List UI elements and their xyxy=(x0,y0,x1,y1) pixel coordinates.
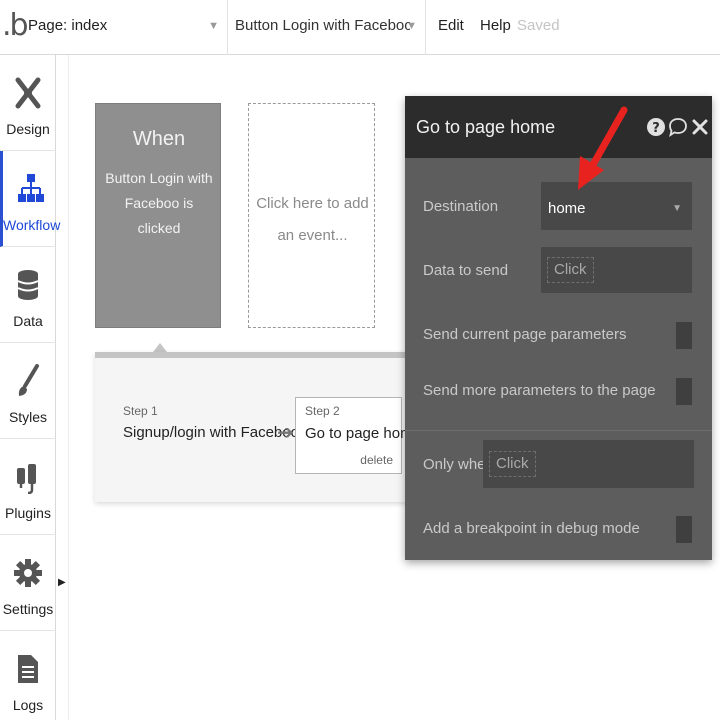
save-status: Saved xyxy=(517,17,560,34)
document-icon xyxy=(0,649,56,689)
page-selector[interactable]: Page: index ▼ xyxy=(22,0,228,55)
workflow-icon xyxy=(3,169,59,209)
step-1-number: Step 1 xyxy=(123,404,158,418)
add-event-block[interactable]: Click here to add an event... xyxy=(248,103,375,328)
help-icon[interactable]: ? xyxy=(646,117,666,137)
menu-edit[interactable]: Edit xyxy=(438,17,464,34)
sidebar-item-label: Settings xyxy=(2,601,54,617)
event-description: Button Login with Faceboo is clicked xyxy=(105,170,213,236)
section-divider xyxy=(405,430,712,431)
send-more-params-checkbox[interactable] xyxy=(676,378,692,405)
comment-icon[interactable] xyxy=(668,117,688,137)
chevron-down-icon: ▼ xyxy=(208,20,219,32)
event-block-title: When xyxy=(132,128,186,150)
data-to-send-label: Data to send xyxy=(423,262,509,279)
sidebar-item-label: Styles xyxy=(8,409,48,425)
property-editor-header[interactable]: Go to page home ? xyxy=(405,96,712,158)
design-icon xyxy=(0,73,56,113)
menu-help[interactable]: Help xyxy=(480,17,511,34)
delete-step-link[interactable]: delete xyxy=(360,453,393,467)
steps-notch xyxy=(153,343,167,352)
sidebar-item-label: Workflow xyxy=(3,217,61,233)
only-when-field[interactable]: Click xyxy=(483,440,694,488)
breakpoint-checkbox[interactable] xyxy=(676,516,692,543)
sidebar-item-logs[interactable]: Logs xyxy=(0,631,56,720)
annotation-arrow-icon xyxy=(578,106,628,190)
event-selector[interactable]: Button Login with Faceboo is clic... ▼ xyxy=(228,0,426,55)
database-icon xyxy=(0,265,56,305)
sidebar-item-data[interactable]: Data xyxy=(0,247,56,343)
page-selector-label: Page: index xyxy=(28,17,108,34)
breakpoint-label: Add a breakpoint in debug mode xyxy=(423,520,640,537)
event-selector-label: Button Login with Faceboo is clic... xyxy=(235,17,410,34)
step-2-number: Step 2 xyxy=(305,404,340,418)
brush-icon xyxy=(0,361,56,401)
chevron-down-icon: ▼ xyxy=(406,20,417,32)
sidebar-item-plugins[interactable]: Plugins xyxy=(0,439,56,535)
left-sidebar: Design Workflow Data Styles Plugins Sett… xyxy=(0,55,61,720)
property-editor-title: Go to page home xyxy=(416,117,556,137)
plug-icon xyxy=(0,457,56,497)
top-bar: .b Page: index ▼ Button Login with Faceb… xyxy=(0,0,720,55)
sidebar-item-settings[interactable]: Settings xyxy=(0,535,56,631)
add-event-text: Click here to add an event... xyxy=(256,195,369,244)
send-current-params-checkbox[interactable] xyxy=(676,322,692,349)
gear-icon xyxy=(0,553,56,593)
workflow-steps-panel: Step 1 Signup/login with Facebook ➔ Step… xyxy=(95,352,435,502)
sidebar-item-label: Logs xyxy=(12,697,44,713)
chevron-down-icon: ▼ xyxy=(672,203,682,214)
sidebar-item-design[interactable]: Design xyxy=(0,55,56,151)
collapse-arrow-icon[interactable]: ▶ xyxy=(58,577,66,588)
close-icon[interactable] xyxy=(690,117,710,137)
property-editor: Go to page home ? Destination home ▼ Dat… xyxy=(405,96,712,560)
event-block[interactable]: When Button Login with Faceboo is clicke… xyxy=(95,103,221,328)
sidebar-item-styles[interactable]: Styles xyxy=(0,343,56,439)
only-when-click[interactable]: Click xyxy=(489,451,536,477)
send-current-params-label: Send current page parameters xyxy=(423,326,627,343)
svg-text:?: ? xyxy=(652,121,660,136)
arrow-right-icon: ➔ xyxy=(277,422,294,444)
sidebar-item-label: Plugins xyxy=(5,505,51,521)
data-to-send-field[interactable]: Click xyxy=(541,247,692,293)
sidebar-item-label: Design xyxy=(6,121,50,137)
send-more-params-label: Send more parameters to the page xyxy=(423,382,656,399)
sidebar-item-label: Data xyxy=(13,313,43,329)
destination-value: home xyxy=(548,200,586,217)
step-2-card[interactable]: Step 2 Go to page home delete xyxy=(295,397,421,474)
destination-label: Destination xyxy=(423,198,499,215)
step-2-action: Go to page home xyxy=(305,425,421,442)
data-to-send-click[interactable]: Click xyxy=(547,257,594,283)
sidebar-item-workflow[interactable]: Workflow xyxy=(0,151,61,247)
